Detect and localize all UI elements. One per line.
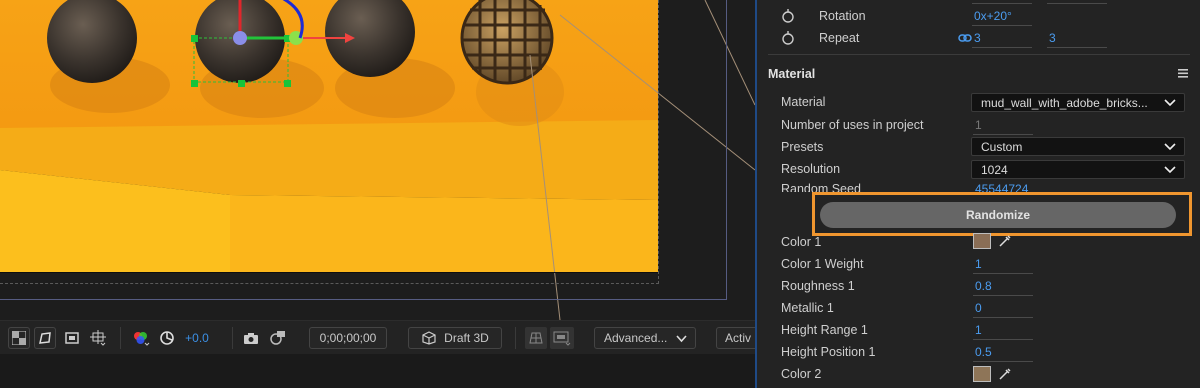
active-camera-label: Activ (725, 331, 752, 345)
chevron-down-icon (1164, 99, 1176, 107)
color2-swatch[interactable] (973, 366, 991, 382)
roughness1-value[interactable]: 0.8 (973, 276, 1033, 296)
repeat-label: Repeat (819, 31, 860, 45)
height-range1-value[interactable]: 1 (973, 320, 1033, 340)
chevron-down-icon (1164, 143, 1176, 151)
draft-3d-view-button[interactable] (525, 327, 547, 349)
presets-label: Presets (781, 140, 824, 154)
extended-viewer-button[interactable] (550, 327, 574, 349)
properties-panel: Rotation 0x+20° Repeat 3 3 Material Mate… (755, 0, 1200, 388)
toolbar-separator (232, 327, 233, 349)
uses-label: Number of uses in project (781, 118, 924, 132)
renderer-button[interactable]: Draft 3D (408, 327, 502, 349)
material-dropdown[interactable]: mud_wall_with_adobe_bricks... (971, 93, 1185, 112)
show-snapshot-icon (270, 331, 285, 345)
presets-dropdown[interactable]: Custom (971, 137, 1185, 156)
3d-scene[interactable] (0, 0, 755, 320)
toolbar-separator (120, 327, 121, 349)
color1-weight-value[interactable]: 1 (973, 254, 1033, 274)
region-of-interest-button[interactable] (62, 327, 82, 349)
stopwatch-icon[interactable] (781, 9, 795, 23)
repeat-x-value[interactable]: 3 (972, 28, 1032, 48)
advanced-label: Advanced... (604, 331, 668, 345)
color1-swatch[interactable] (973, 233, 991, 249)
timecode-display[interactable]: 0;00;00;00 (309, 327, 387, 349)
height-range1-label: Height Range 1 (781, 323, 868, 337)
mask-visibility-button[interactable] (34, 327, 56, 349)
region-icon (65, 332, 79, 344)
snapshot-button[interactable] (240, 327, 262, 349)
presets-value: Custom (981, 139, 1023, 154)
stopwatch-icon[interactable] (781, 31, 795, 45)
exposure-icon (160, 331, 174, 345)
height-position1-label: Height Position 1 (781, 345, 876, 359)
link-icon[interactable] (958, 33, 972, 43)
field-stub (1047, 0, 1107, 4)
resolution-label: Resolution (781, 162, 841, 176)
extended-viewer-icon (553, 331, 571, 346)
reset-exposure-button[interactable] (156, 327, 178, 349)
transparency-grid-button[interactable] (8, 327, 30, 349)
material-section-title[interactable]: Material (768, 67, 815, 81)
color1-weight-label: Color 1 Weight (781, 257, 864, 271)
safe-area-line (0, 283, 659, 284)
advanced-dropdown[interactable]: Advanced... (594, 327, 696, 349)
material-label: Material (781, 95, 826, 109)
mask-path-icon (39, 332, 51, 344)
metallic1-label: Metallic 1 (781, 301, 834, 315)
toolbar-separator (515, 327, 516, 349)
metallic1-value[interactable]: 0 (973, 298, 1033, 318)
resolution-value: 1024 (981, 162, 1008, 177)
section-menu-icon[interactable] (1178, 69, 1188, 78)
color1-label: Color 1 (781, 235, 822, 249)
renderer-label: Draft 3D (444, 331, 489, 345)
composition-viewport[interactable] (0, 0, 755, 320)
camera-icon (244, 333, 258, 344)
grid-icon (90, 330, 106, 346)
field-stub (972, 0, 1032, 4)
rotation-value[interactable]: 0x+20° (972, 6, 1032, 26)
eyedropper-icon[interactable] (998, 367, 1012, 381)
sphere-cage[interactable] (460, 0, 554, 85)
chevron-down-icon (676, 335, 687, 343)
show-snapshot-button[interactable] (266, 327, 288, 349)
channel-button[interactable] (130, 327, 152, 349)
color2-label: Color 2 (781, 367, 822, 381)
exposure-value[interactable]: +0.0 (182, 327, 212, 349)
pasteboard-border-bottom (0, 299, 727, 300)
rgb-channels-icon (134, 332, 150, 346)
resolution-dropdown[interactable]: 1024 (971, 160, 1185, 179)
eyedropper-icon[interactable] (998, 234, 1012, 248)
material-value: mud_wall_with_adobe_bricks... (981, 95, 1148, 110)
section-divider (768, 54, 1190, 55)
chevron-down-icon (1164, 166, 1176, 174)
safe-area-line-vertical (658, 0, 659, 284)
rotation-label: Rotation (819, 9, 866, 23)
roughness1-label: Roughness 1 (781, 279, 855, 293)
randomize-button[interactable]: Randomize (820, 202, 1176, 228)
checkerboard-icon (12, 331, 26, 345)
height-position1-value[interactable]: 0.5 (973, 342, 1033, 362)
pasteboard-border-right (726, 0, 727, 300)
repeat-y-value[interactable]: 3 (1047, 28, 1107, 48)
floor-plane-icon (529, 332, 543, 344)
uses-value: 1 (973, 115, 1033, 135)
random-seed-label: Random Seed (781, 182, 861, 192)
cube-icon (422, 331, 436, 345)
grid-guides-button[interactable] (88, 327, 108, 349)
random-seed-value[interactable]: 45544724 (973, 182, 1033, 192)
active-camera-dropdown[interactable]: Activ (716, 327, 760, 349)
timeline-strip (0, 354, 755, 388)
viewer-toolbar: +0.0 0;00;00;00 Draft 3D Advanced... Act… (0, 320, 760, 354)
